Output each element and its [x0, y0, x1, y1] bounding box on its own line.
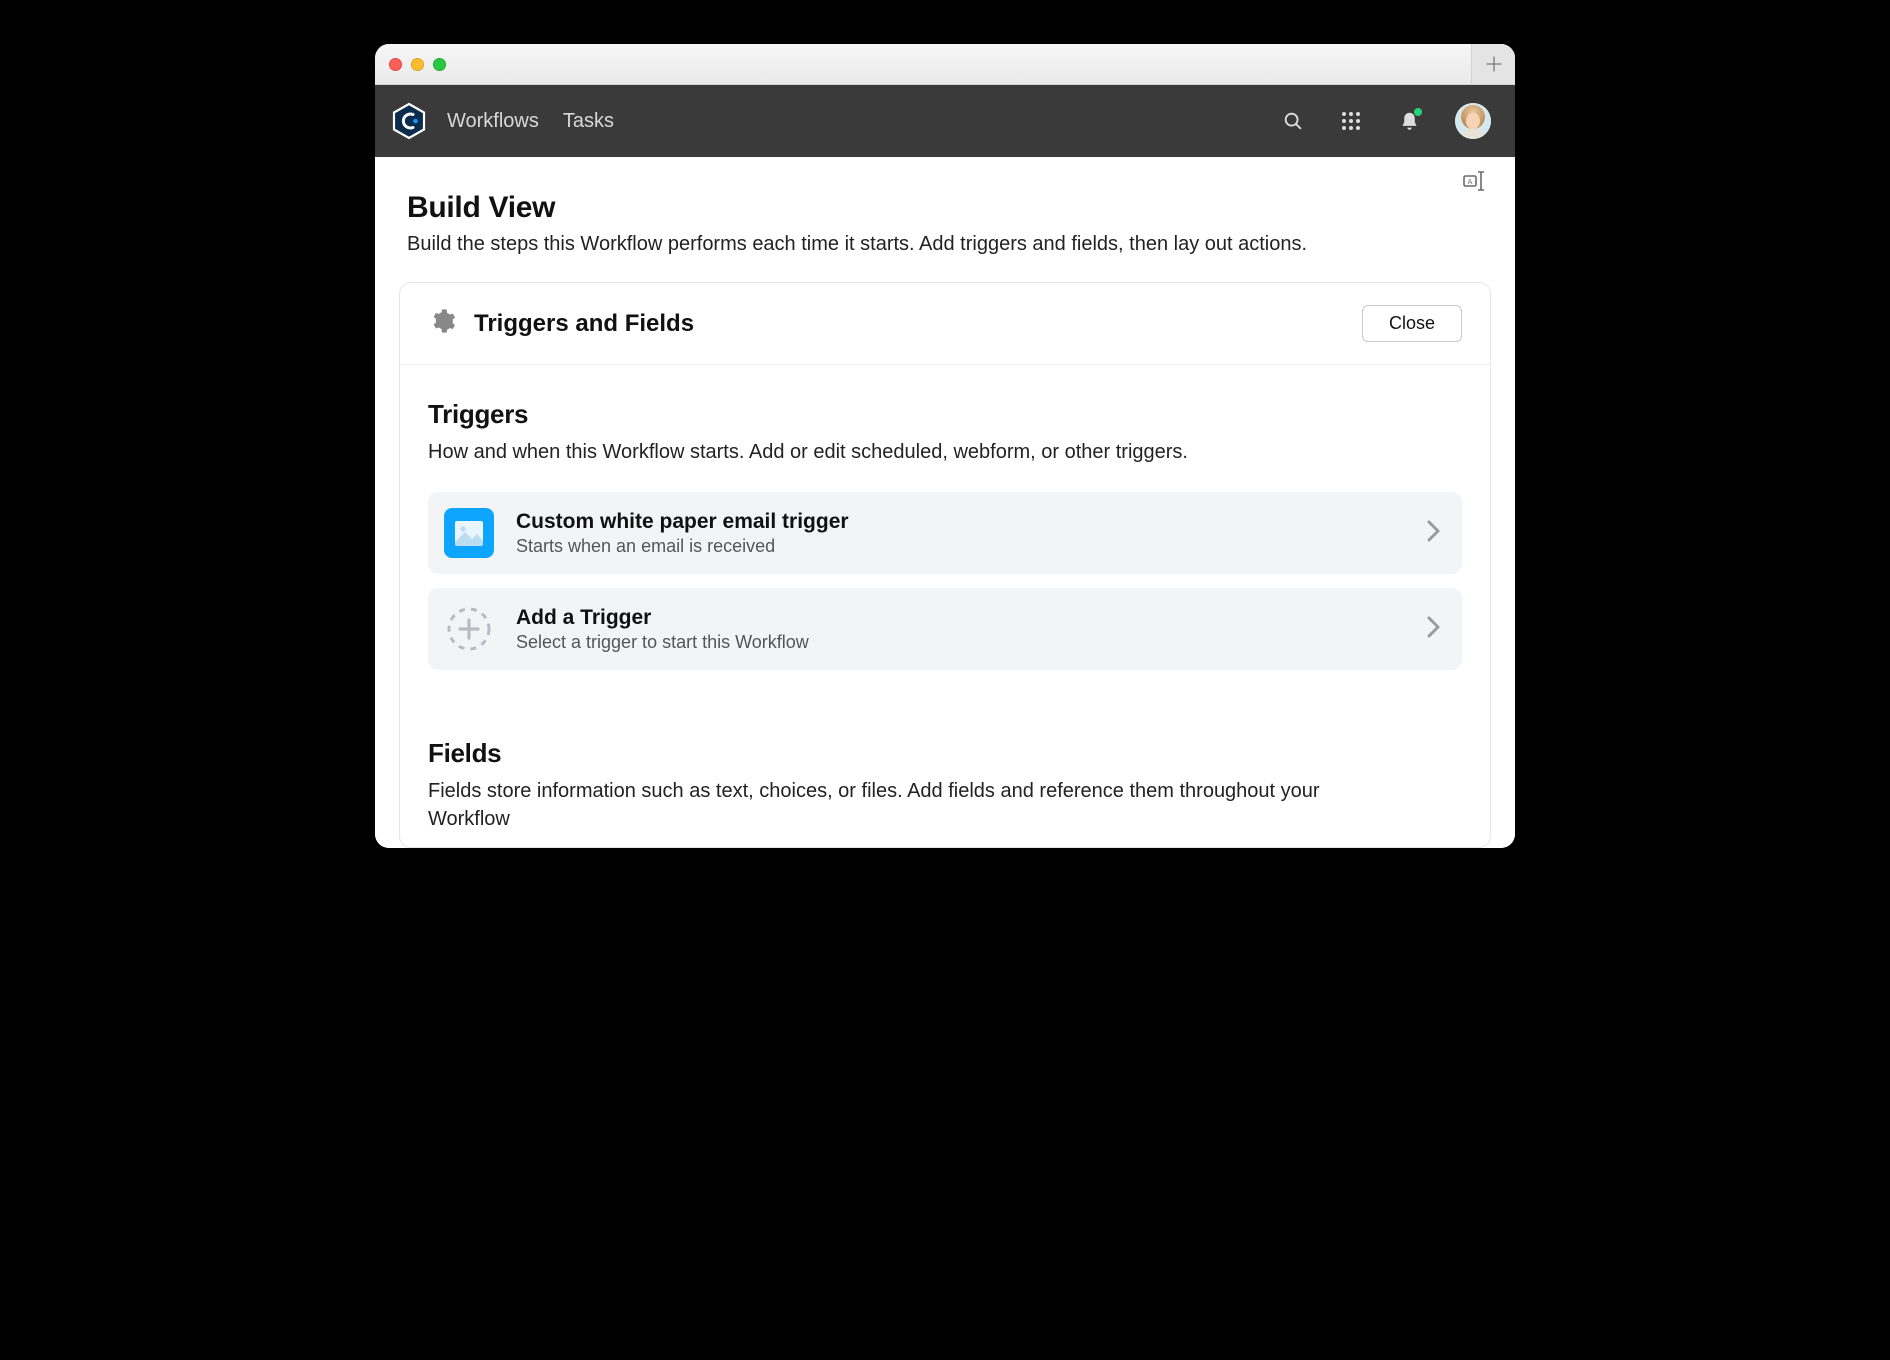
- nav-tasks[interactable]: Tasks: [563, 110, 614, 133]
- add-trigger-icon: [444, 604, 494, 654]
- notification-indicator: [1414, 108, 1422, 116]
- triggers-section: Triggers How and when this Workflow star…: [400, 365, 1490, 474]
- nav-workflows[interactable]: Workflows: [447, 110, 539, 133]
- panel-title: Triggers and Fields: [474, 310, 694, 338]
- chevron-right-icon: [1427, 616, 1440, 643]
- page-body: A Build View Build the steps this Workfl…: [375, 157, 1515, 848]
- page-subtitle: Build the steps this Workflow performs e…: [407, 231, 1483, 258]
- window-minimize-button[interactable]: [411, 58, 424, 71]
- triggers-heading: Triggers: [428, 399, 1462, 430]
- trigger-row-title: Add a Trigger: [516, 606, 1405, 630]
- image-icon: [454, 520, 484, 546]
- close-panel-button[interactable]: Close: [1362, 305, 1462, 342]
- hexagon-logo-icon: [389, 101, 429, 141]
- fields-section: Fields Fields store information such as …: [400, 698, 1490, 847]
- trigger-row-add[interactable]: Add a Trigger Select a trigger to start …: [428, 588, 1462, 670]
- new-tab-button[interactable]: [1471, 44, 1515, 84]
- fields-heading: Fields: [428, 738, 1462, 769]
- triggers-subheading: How and when this Workflow starts. Add o…: [428, 438, 1368, 466]
- page-title: Build View: [407, 191, 1483, 225]
- triggers-and-fields-panel: Triggers and Fields Close Triggers How a…: [399, 282, 1491, 848]
- titlebar: [375, 44, 1515, 85]
- avatar-image: [1455, 103, 1491, 139]
- window-controls: [389, 58, 446, 71]
- page-header: Build View Build the steps this Workflow…: [375, 157, 1515, 282]
- trigger-row-subtitle: Starts when an email is received: [516, 536, 1405, 557]
- app-header: Workflows Tasks: [375, 85, 1515, 157]
- window-zoom-button[interactable]: [433, 58, 446, 71]
- window-close-button[interactable]: [389, 58, 402, 71]
- triggers-list: Custom white paper email trigger Starts …: [400, 474, 1490, 698]
- apps-grid-button[interactable]: [1331, 101, 1371, 141]
- gear-icon: [428, 307, 456, 340]
- fields-subheading: Fields store information such as text, c…: [428, 777, 1368, 833]
- apps-grid-icon: [1341, 111, 1361, 131]
- notifications-button[interactable]: [1389, 101, 1429, 141]
- search-button[interactable]: [1273, 101, 1313, 141]
- user-avatar[interactable]: [1455, 103, 1491, 139]
- svg-text:A: A: [1468, 179, 1473, 186]
- chevron-right-icon: [1427, 520, 1440, 547]
- plus-icon: [1486, 56, 1502, 72]
- trigger-row-subtitle: Select a trigger to start this Workflow: [516, 632, 1405, 653]
- rename-button[interactable]: A: [1463, 171, 1491, 196]
- panel-header: Triggers and Fields Close: [400, 283, 1490, 365]
- email-trigger-icon: [444, 508, 494, 558]
- search-icon: [1282, 110, 1304, 132]
- trigger-row-email[interactable]: Custom white paper email trigger Starts …: [428, 492, 1462, 574]
- rename-icon: A: [1463, 171, 1491, 191]
- dashed-plus-icon: [445, 605, 493, 653]
- trigger-row-title: Custom white paper email trigger: [516, 510, 1405, 534]
- app-window: Workflows Tasks: [375, 44, 1515, 848]
- main-nav: Workflows Tasks: [447, 110, 614, 133]
- app-logo[interactable]: [389, 101, 429, 141]
